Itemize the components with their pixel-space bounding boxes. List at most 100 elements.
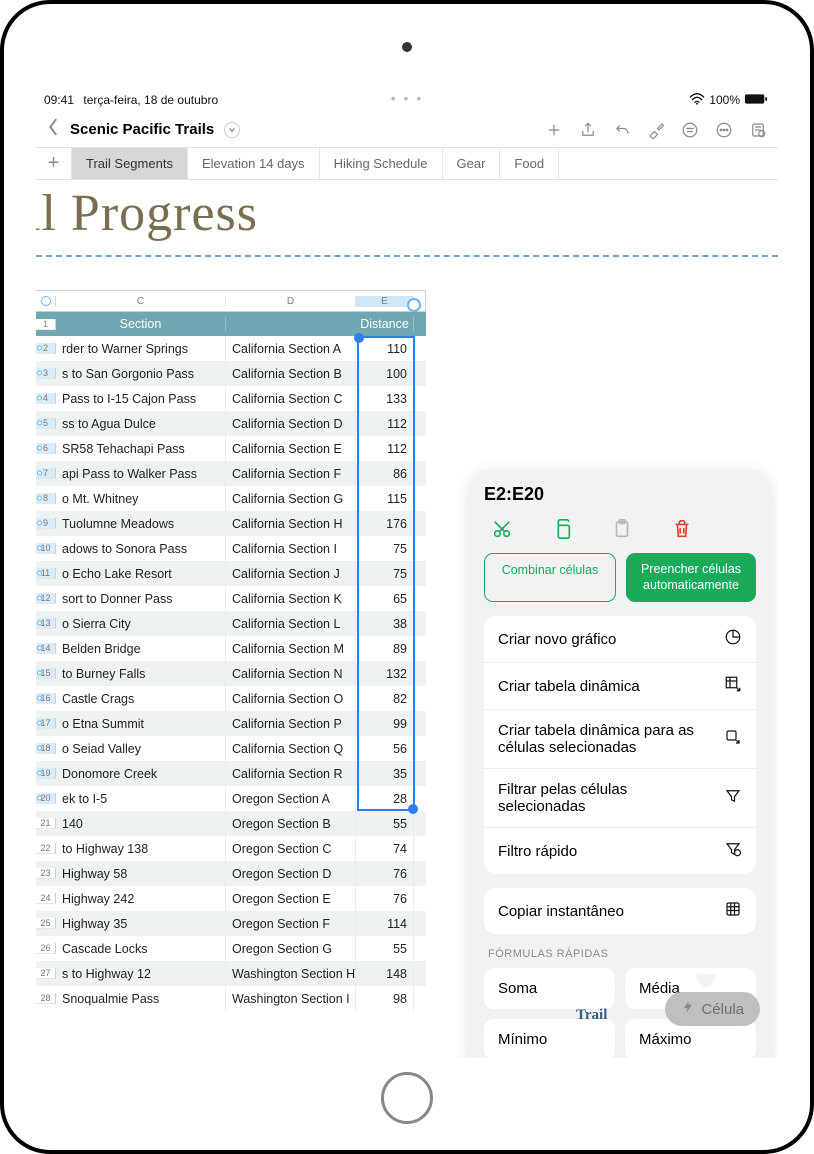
menu-copy-snapshot[interactable]: Copiar instantâneo: [484, 888, 756, 934]
menu-quick-filter[interactable]: Filtro rápido: [484, 828, 756, 874]
cell[interactable]: SR58 Tehachapi Pass: [56, 436, 226, 461]
row-number[interactable]: 4: [36, 393, 56, 404]
cell[interactable]: o Seiad Valley: [56, 736, 226, 761]
cell[interactable]: Washington Section I: [226, 986, 356, 1011]
cell[interactable]: Oregon Section E: [226, 886, 356, 911]
formula-min-button[interactable]: Mínimo: [484, 1019, 615, 1058]
autofill-button[interactable]: Preencher células automaticamente: [626, 553, 756, 602]
tab-gear[interactable]: Gear: [443, 148, 501, 179]
cell[interactable]: California Section M: [226, 636, 356, 661]
cell[interactable]: Highway 35: [56, 911, 226, 936]
menu-pivot-selected[interactable]: Criar tabela dinâmica para as células se…: [484, 710, 756, 769]
cell[interactable]: Tuolumne Meadows: [56, 511, 226, 536]
cell[interactable]: 65: [356, 586, 414, 611]
row-number[interactable]: 25: [36, 918, 56, 929]
table-row[interactable]: 5ss to Agua DulceCalifornia Section D112: [36, 411, 426, 436]
table-row[interactable]: 10adows to Sonora PassCalifornia Section…: [36, 536, 426, 561]
back-button[interactable]: [42, 118, 64, 142]
menu-filter-selected[interactable]: Filtrar pelas células selecionadas: [484, 769, 756, 828]
row-number[interactable]: 10: [36, 543, 56, 554]
column-header-row[interactable]: C D E: [36, 290, 426, 312]
cell[interactable]: 100: [356, 361, 414, 386]
tab-trail-segments[interactable]: Trail Segments: [72, 148, 188, 179]
cell[interactable]: 110: [356, 336, 414, 361]
cell[interactable]: California Section L: [226, 611, 356, 636]
cell[interactable]: to Highway 138: [56, 836, 226, 861]
cell[interactable]: Snoqualmie Pass: [56, 986, 226, 1011]
table-row[interactable]: 11o Echo Lake ResortCalifornia Section J…: [36, 561, 426, 586]
cell[interactable]: 112: [356, 436, 414, 461]
cell[interactable]: Oregon Section B: [226, 811, 356, 836]
cell[interactable]: Cascade Locks: [56, 936, 226, 961]
row-number[interactable]: 27: [36, 968, 56, 979]
cell[interactable]: 28: [356, 786, 414, 811]
row-number[interactable]: 2: [36, 343, 56, 354]
row-number[interactable]: 21: [36, 818, 56, 829]
table-row[interactable]: 14Belden BridgeCalifornia Section M89: [36, 636, 426, 661]
table-row[interactable]: 15to Burney FallsCalifornia Section N132: [36, 661, 426, 686]
cell[interactable]: 114: [356, 911, 414, 936]
formula-sum-button[interactable]: Soma: [484, 968, 615, 1009]
row-number[interactable]: 14: [36, 643, 56, 654]
cell[interactable]: o Echo Lake Resort: [56, 561, 226, 586]
cell[interactable]: adows to Sonora Pass: [56, 536, 226, 561]
cell[interactable]: rder to Warner Springs: [56, 336, 226, 361]
cell[interactable]: 35: [356, 761, 414, 786]
table-row[interactable]: 13o Sierra CityCalifornia Section L38: [36, 611, 426, 636]
row-number[interactable]: 18: [36, 743, 56, 754]
cell[interactable]: California Section H: [226, 511, 356, 536]
table-header-row[interactable]: 1SectionDistance: [36, 312, 426, 336]
row-number[interactable]: 15: [36, 668, 56, 679]
cell[interactable]: California Section B: [226, 361, 356, 386]
add-sheet-button[interactable]: +: [36, 148, 72, 179]
cut-button[interactable]: [490, 517, 514, 541]
view-options-button[interactable]: [744, 116, 772, 144]
select-all-handle[interactable]: [36, 296, 56, 306]
cell[interactable]: 38: [356, 611, 414, 636]
cell[interactable]: 89: [356, 636, 414, 661]
row-number[interactable]: 13: [36, 618, 56, 629]
undo-button[interactable]: [608, 116, 636, 144]
column-header-e[interactable]: E: [356, 296, 414, 307]
table-row[interactable]: 22to Highway 138Oregon Section C74: [36, 836, 426, 861]
column-header-c[interactable]: C: [56, 296, 226, 307]
row-number[interactable]: 22: [36, 843, 56, 854]
cell[interactable]: o Mt. Whitney: [56, 486, 226, 511]
table-row[interactable]: 6SR58 Tehachapi PassCalifornia Section E…: [36, 436, 426, 461]
cell[interactable]: api Pass to Walker Pass: [56, 461, 226, 486]
cell[interactable]: s to Highway 12: [56, 961, 226, 986]
cell[interactable]: California Section D: [226, 411, 356, 436]
table-row[interactable]: 26Cascade LocksOregon Section G55: [36, 936, 426, 961]
cell[interactable]: Oregon Section G: [226, 936, 356, 961]
cell[interactable]: s to San Gorgonio Pass: [56, 361, 226, 386]
row-number[interactable]: 12: [36, 593, 56, 604]
table-row[interactable]: 17o Etna SummitCalifornia Section P99: [36, 711, 426, 736]
row-number[interactable]: 5: [36, 418, 56, 429]
share-button[interactable]: [574, 116, 602, 144]
cell[interactable]: Highway 58: [56, 861, 226, 886]
table-row[interactable]: 8o Mt. WhitneyCalifornia Section G115: [36, 486, 426, 511]
cell[interactable]: ss to Agua Dulce: [56, 411, 226, 436]
spreadsheet-canvas[interactable]: il Progress C D E 1SectionDistance2rder …: [36, 180, 778, 1058]
home-button[interactable]: [381, 1072, 433, 1124]
cell[interactable]: 112: [356, 411, 414, 436]
column-header-d[interactable]: D: [226, 296, 356, 307]
cell[interactable]: California Section F: [226, 461, 356, 486]
row-number[interactable]: 23: [36, 868, 56, 879]
row-number[interactable]: 8: [36, 493, 56, 504]
table-row[interactable]: 27s to Highway 12Washington Section H148: [36, 961, 426, 986]
cell[interactable]: 132: [356, 661, 414, 686]
cell[interactable]: Castle Crags: [56, 686, 226, 711]
cell[interactable]: California Section E: [226, 436, 356, 461]
cell[interactable]: 148: [356, 961, 414, 986]
row-number[interactable]: 19: [36, 768, 56, 779]
copy-button[interactable]: [550, 517, 574, 541]
cell[interactable]: Oregon Section A: [226, 786, 356, 811]
tab-food[interactable]: Food: [500, 148, 559, 179]
cell[interactable]: California Section K: [226, 586, 356, 611]
row-number[interactable]: 20: [36, 793, 56, 804]
cell[interactable]: ek to I-5: [56, 786, 226, 811]
cell[interactable]: 86: [356, 461, 414, 486]
cell[interactable]: Oregon Section F: [226, 911, 356, 936]
cell[interactable]: California Section C: [226, 386, 356, 411]
